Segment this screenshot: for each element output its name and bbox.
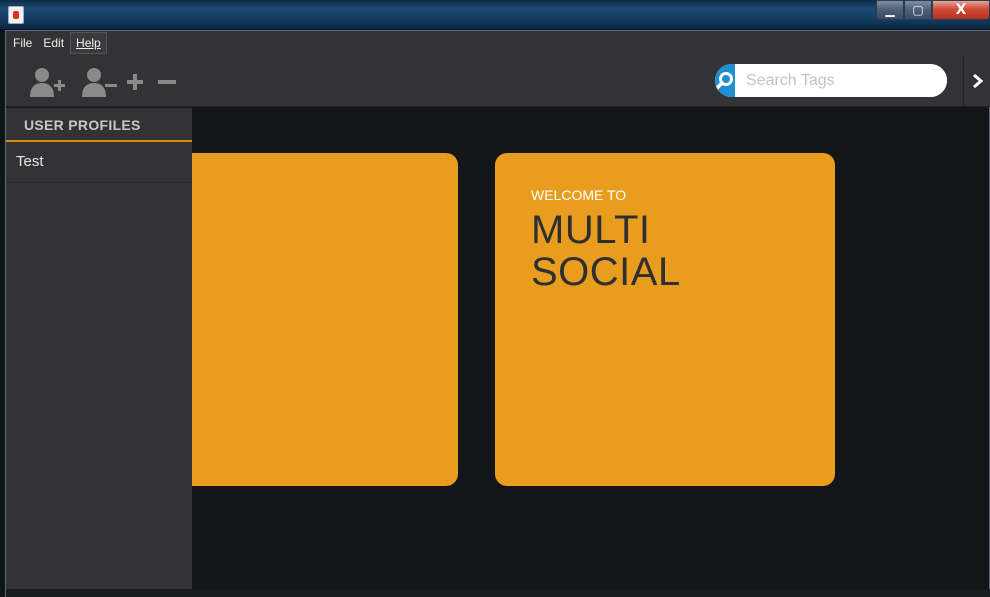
search-bar xyxy=(715,64,947,97)
window-title-bar[interactable]: ▁ ▢ X xyxy=(0,0,990,30)
search-icon xyxy=(715,71,733,89)
close-button[interactable]: X xyxy=(932,0,990,20)
sidebar-header: USER PROFILES xyxy=(6,108,192,142)
toolbar-divider xyxy=(963,55,964,107)
java-app-icon xyxy=(8,6,24,24)
minimize-button[interactable]: ▁ xyxy=(876,0,904,20)
sidebar: USER PROFILES Test xyxy=(6,108,192,589)
welcome-card[interactable]: WELCOME TO MULTI SOCIAL xyxy=(495,153,835,486)
profile-item-test[interactable]: Test xyxy=(6,142,192,183)
plus-icon xyxy=(127,74,143,90)
menu-file[interactable]: File xyxy=(8,33,37,53)
app-title: MULTI SOCIAL xyxy=(531,209,799,293)
toolbar xyxy=(6,55,990,107)
app-title-line2: SOCIAL xyxy=(531,250,681,294)
menu-help[interactable]: Help xyxy=(70,32,107,54)
window-controls: ▁ ▢ X xyxy=(876,0,990,21)
remove-user-button[interactable] xyxy=(80,65,120,99)
next-button[interactable] xyxy=(966,69,990,93)
add-user-button[interactable] xyxy=(28,65,68,99)
add-user-icon xyxy=(30,68,65,97)
remove-button[interactable] xyxy=(156,65,178,99)
search-button[interactable] xyxy=(715,64,735,97)
menu-edit[interactable]: Edit xyxy=(38,33,69,53)
minus-icon xyxy=(158,80,176,84)
app-title-line1: MULTI xyxy=(531,208,651,252)
add-button[interactable] xyxy=(126,65,144,99)
window-bottom-edge xyxy=(6,589,990,597)
tile-card-left[interactable] xyxy=(192,153,458,486)
main-content: WELCOME TO MULTI SOCIAL xyxy=(192,108,989,589)
search-tags-input[interactable] xyxy=(735,64,947,97)
maximize-button[interactable]: ▢ xyxy=(904,0,932,20)
menu-bar: File Edit Help xyxy=(6,31,990,55)
welcome-label: WELCOME TO xyxy=(531,187,627,203)
chevron-right-icon xyxy=(973,73,984,89)
remove-user-icon xyxy=(82,68,117,97)
